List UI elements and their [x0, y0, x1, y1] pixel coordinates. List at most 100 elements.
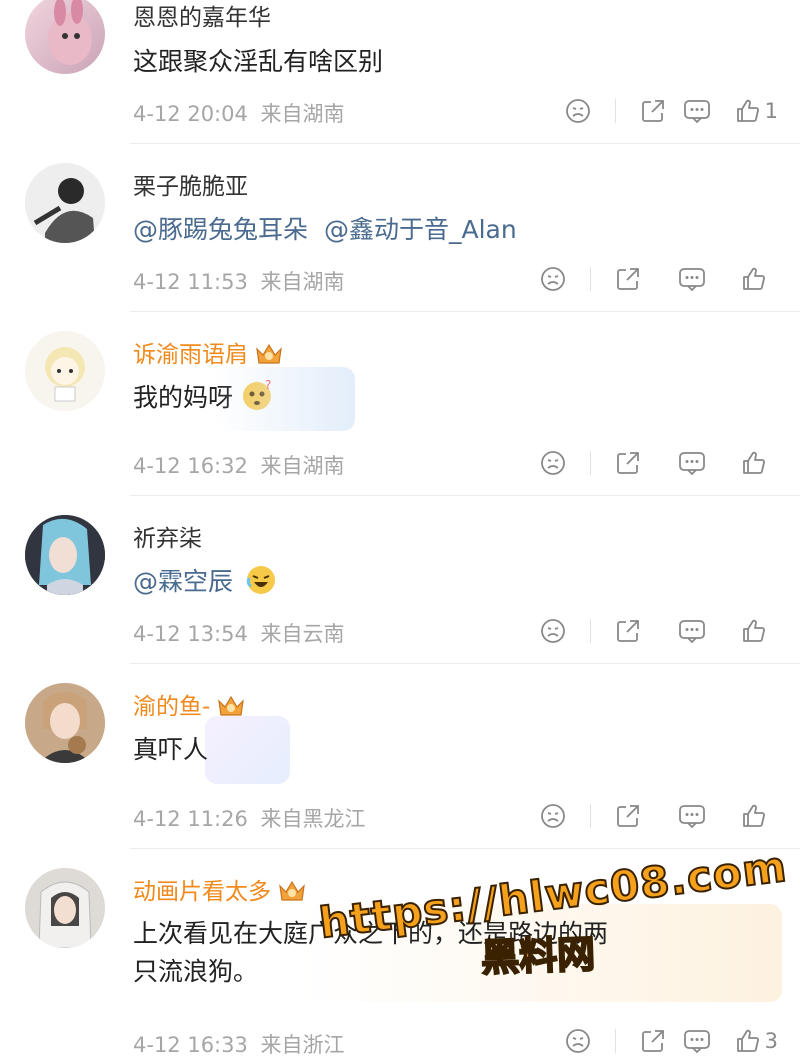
laughing-emoji-icon: [245, 564, 277, 602]
dislike-button[interactable]: [531, 796, 575, 836]
mention-link[interactable]: @豚踢兔兔耳朵: [133, 215, 308, 244]
username[interactable]: 栗子脆脆亚: [133, 167, 248, 201]
like-button[interactable]: [734, 796, 778, 836]
comment-button[interactable]: [670, 259, 714, 299]
like-count: 3: [764, 1029, 778, 1053]
comment-1: 恩恩的嘉年华 这跟聚众淫乱有啥区别 4-12 20:04 来自湖南 1: [0, 0, 800, 143]
action-bar: [531, 796, 778, 836]
comment-icon: [679, 620, 705, 644]
dislike-face-icon: [565, 99, 590, 123]
share-button[interactable]: [606, 443, 650, 483]
avatar[interactable]: [25, 163, 105, 243]
username-text: 动画片看太多: [133, 879, 271, 905]
share-icon: [617, 452, 639, 474]
share-button[interactable]: [606, 796, 650, 836]
thumbs-up-icon: [743, 619, 765, 642]
share-button[interactable]: [606, 611, 650, 651]
comment-meta: 4-12 11:53 来自湖南: [133, 266, 345, 296]
dislike-face-icon: [541, 619, 565, 643]
dislike-face-icon: [541, 451, 565, 475]
action-bar: [531, 259, 778, 299]
avatar[interactable]: [25, 0, 105, 74]
action-bar: 1: [556, 91, 778, 131]
comment-text: 真吓人: [133, 735, 209, 764]
comment-icon: [679, 268, 705, 292]
divider: [590, 451, 591, 475]
like-button[interactable]: [734, 611, 778, 651]
comment-4: 祈弃柒 @霖空辰 4-12 13:54 来自云南: [0, 496, 800, 663]
dislike-button[interactable]: [531, 443, 575, 483]
avatar[interactable]: [25, 683, 105, 763]
comment-icon: [679, 805, 705, 829]
vip-crown-icon: [277, 878, 307, 908]
location: 来自云南: [260, 622, 345, 646]
avatar[interactable]: [25, 868, 105, 948]
timestamp: 4-12 16:32: [133, 454, 248, 478]
divider: [590, 619, 591, 643]
comment-bubble-decoration: [205, 716, 290, 784]
vip-crown-icon: [254, 341, 284, 371]
comment-text: 这跟聚众淫乱有啥区别: [133, 47, 384, 76]
share-button[interactable]: [606, 259, 650, 299]
thumbs-up-icon: [743, 451, 765, 474]
action-bar: 3: [556, 1021, 778, 1061]
username-text: 诉渝雨语肩: [133, 342, 248, 368]
comment-meta: 4-12 11:26 来自黑龙江: [133, 803, 366, 833]
location: 来自浙江: [260, 1033, 345, 1057]
comment-button[interactable]: [675, 1021, 719, 1061]
username[interactable]: 恩恩的嘉年华: [133, 0, 271, 32]
username[interactable]: 祈弃柒: [133, 519, 202, 553]
like-button[interactable]: [734, 443, 778, 483]
dislike-button[interactable]: [556, 91, 600, 131]
like-button[interactable]: [734, 259, 778, 299]
dislike-face-icon: [565, 1029, 590, 1053]
like-button[interactable]: 1: [735, 91, 778, 131]
like-count: 1: [764, 99, 778, 123]
share-icon: [617, 620, 639, 642]
share-icon: [641, 1030, 664, 1052]
comment-meta: 4-12 16:32 来自湖南: [133, 450, 345, 480]
location: 来自湖南: [260, 270, 345, 294]
dislike-button[interactable]: [531, 611, 575, 651]
divider: [590, 804, 591, 828]
like-button[interactable]: 3: [735, 1021, 778, 1061]
comment-bubble-decoration: [215, 367, 355, 431]
share-button[interactable]: [631, 91, 675, 131]
divider: [614, 99, 616, 123]
comment-text: @霖空辰: [133, 562, 277, 602]
mention-link[interactable]: @霖空辰: [133, 567, 233, 596]
thumbs-up-icon: [736, 1029, 759, 1052]
avatar[interactable]: [25, 515, 105, 595]
location: 来自湖南: [260, 102, 345, 126]
comment-meta: 4-12 16:33 来自浙江: [133, 1029, 345, 1059]
comment-button[interactable]: [675, 91, 719, 131]
divider: [590, 267, 591, 291]
comment-meta: 4-12 20:04 来自湖南: [133, 98, 345, 128]
thumbs-up-icon: [736, 99, 759, 122]
comment-button[interactable]: [670, 443, 714, 483]
mention-link[interactable]: @鑫动于音_Alan: [324, 215, 517, 244]
share-button[interactable]: [631, 1021, 675, 1061]
comment-button[interactable]: [670, 796, 714, 836]
comment-icon: [683, 100, 710, 124]
username[interactable]: 动画片看太多: [133, 872, 307, 908]
comment-button[interactable]: [670, 611, 714, 651]
thumbs-up-icon: [743, 804, 765, 827]
dislike-face-icon: [541, 267, 565, 291]
timestamp: 4-12 11:26: [133, 807, 248, 831]
divider: [614, 1029, 616, 1053]
comment-3: 诉渝雨语肩 我的妈呀 ? 4-12 16:32 来自湖南: [0, 312, 800, 495]
timestamp: 4-12 20:04: [133, 102, 248, 126]
username[interactable]: 诉渝雨语肩: [133, 335, 284, 371]
dislike-face-icon: [541, 804, 565, 828]
avatar[interactable]: [25, 331, 105, 411]
location: 来自湖南: [260, 454, 345, 478]
location: 来自黑龙江: [260, 807, 366, 831]
username-text: 渝的鱼-: [133, 694, 211, 720]
dislike-button[interactable]: [556, 1021, 600, 1061]
watermark: https://hlwc08.com 黑料网: [316, 841, 791, 981]
comment-meta: 4-12 13:54 来自云南: [133, 618, 345, 648]
comment-5: 渝的鱼- 真吓人 4-12 11:26 来自黑龙江: [0, 664, 800, 848]
dislike-button[interactable]: [531, 259, 575, 299]
action-bar: [531, 443, 778, 483]
